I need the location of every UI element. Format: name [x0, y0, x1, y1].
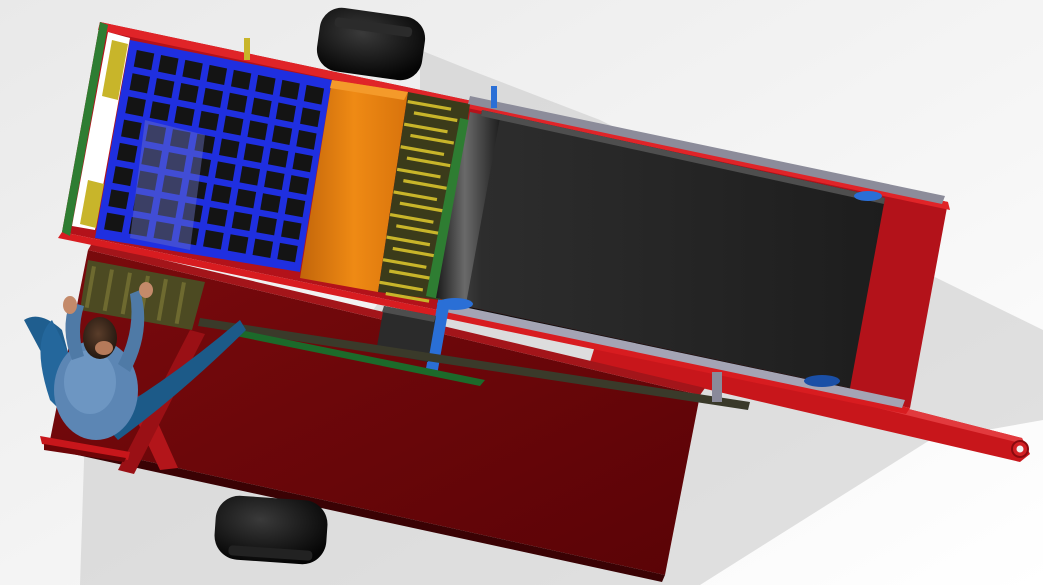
grid-cell — [256, 215, 277, 236]
grid-cell — [247, 120, 268, 141]
grid-cell — [214, 161, 236, 182]
grid-cell — [275, 102, 296, 123]
grid-cell — [243, 143, 264, 163]
grid-cell — [121, 119, 142, 140]
grid-cell — [226, 92, 248, 113]
grid-cell — [153, 78, 175, 99]
grid-cell — [174, 106, 195, 127]
grid-cell — [267, 147, 289, 168]
grid-cell — [104, 212, 125, 233]
grid-cell — [178, 82, 199, 104]
grid-cell — [207, 207, 228, 227]
grid-cell — [206, 64, 228, 85]
grid-cell — [218, 138, 240, 159]
grid-cell — [296, 130, 317, 150]
grid-cell — [300, 107, 321, 128]
grid-cell — [235, 188, 257, 209]
grid-cell — [149, 101, 171, 122]
grid-cell — [252, 238, 274, 258]
grid-cell — [264, 170, 285, 191]
grid-cell — [108, 189, 130, 210]
grid-cell — [231, 211, 253, 232]
grid-cell — [125, 96, 146, 117]
grid-cell — [222, 115, 244, 136]
grid-cell — [277, 242, 298, 263]
grid-cell — [303, 84, 325, 105]
grid-cell — [230, 69, 252, 90]
grid-cell — [227, 234, 249, 254]
grid-cell — [116, 142, 138, 163]
top-post — [244, 38, 250, 60]
grid-cell — [158, 54, 179, 76]
grid-cell — [239, 165, 261, 186]
grid-cell — [202, 87, 224, 108]
grid-cell — [281, 220, 302, 240]
grid-cell — [292, 152, 313, 173]
grid-cell — [112, 166, 134, 187]
grid-cell — [129, 73, 151, 94]
screen-grid — [95, 40, 332, 272]
grid-cell — [133, 49, 155, 71]
grid-cell — [279, 79, 300, 100]
grid-cell — [182, 59, 203, 81]
grid-cell — [203, 229, 224, 250]
grid-cell — [251, 97, 272, 118]
machine-render — [0, 0, 1043, 585]
grid-cell — [260, 193, 281, 213]
grid-cell — [211, 184, 232, 204]
grid-cell — [288, 175, 310, 195]
grid-cell — [255, 74, 276, 95]
bottom-wheel — [214, 495, 328, 565]
grid-cell — [284, 197, 306, 218]
grid-cell — [198, 110, 220, 131]
grid-cell — [271, 125, 293, 145]
